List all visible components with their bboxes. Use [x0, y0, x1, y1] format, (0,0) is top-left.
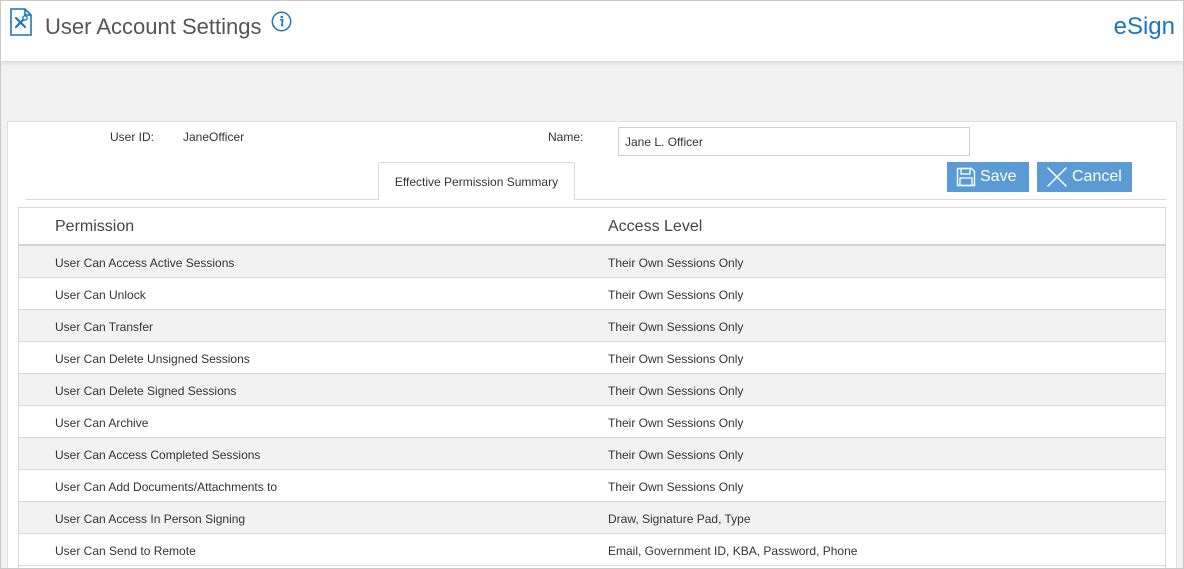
table-row: User Can Access In Person Signing Draw, …	[19, 502, 1165, 534]
page-header: User Account Settings eSign	[1, 1, 1183, 62]
access-level-cell: Their Own Sessions Only	[608, 288, 744, 302]
permission-cell: User Can Access Completed Sessions	[55, 448, 261, 462]
access-level-cell: Draw, Signature Pad, Type	[608, 512, 751, 526]
permission-cell: User Can Add Documents/Attachments to	[55, 480, 278, 494]
info-icon[interactable]	[271, 11, 292, 32]
permission-cell: User Can Delete Unsigned Sessions	[55, 352, 250, 366]
permission-cell: User Can Archive	[55, 416, 149, 430]
access-level-cell: Email, Government ID, KBA, Password, Pho…	[608, 544, 858, 558]
save-icon	[956, 167, 976, 187]
table-row: User Can Delete Signed Sessions Their Ow…	[19, 374, 1165, 406]
table-row: User Can Access Active Sessions Their Ow…	[19, 246, 1165, 278]
table-row: User Can Add Documents/Attachments to Th…	[19, 470, 1165, 502]
access-level-cell: Their Own Sessions Only	[608, 480, 744, 494]
permission-table: Permission Access Level User Can Access …	[18, 207, 1166, 568]
access-level-cell: Their Own Sessions Only	[608, 384, 744, 398]
page-title: User Account Settings	[45, 14, 262, 39]
name-field[interactable]	[618, 127, 970, 156]
table-row: User Can Transfer Their Own Sessions Onl…	[19, 310, 1165, 342]
permission-cell: User Can Access In Person Signing	[55, 512, 246, 526]
user-id-value: JaneOfficer	[183, 130, 245, 144]
access-level-cell: Their Own Sessions Only	[608, 416, 744, 430]
app-window: User Account Settings eSign User ID: Jan…	[0, 0, 1184, 569]
save-button[interactable]: Save	[947, 162, 1029, 192]
settings-panel: User ID: JaneOfficer Name: Effective Per…	[7, 121, 1177, 568]
access-level-cell: Their Own Sessions Only	[608, 320, 744, 334]
permission-cell: User Can Send to Remote	[55, 544, 196, 558]
permission-cell: User Can Access Active Sessions	[55, 256, 235, 270]
access-level-cell: Their Own Sessions Only	[608, 256, 744, 270]
permission-cell: User Can Transfer	[55, 320, 154, 334]
cancel-button-label: Cancel	[1072, 168, 1122, 185]
column-header-access-level: Access Level	[608, 218, 703, 235]
table-row: User Can Unlock Their Own Sessions Only	[19, 278, 1165, 310]
access-level-cell: Their Own Sessions Only	[608, 448, 744, 462]
name-label: Name:	[548, 130, 584, 144]
tab-effective-permission-summary[interactable]: Effective Permission Summary	[378, 162, 575, 200]
column-header-permission: Permission	[55, 218, 135, 235]
table-body: User Can Access Active Sessions Their Ow…	[19, 246, 1165, 566]
tab-divider	[26, 199, 1166, 200]
brand-logo: eSign	[1113, 13, 1175, 40]
permission-cell: User Can Delete Signed Sessions	[55, 384, 237, 398]
table-row: User Can Access Completed Sessions Their…	[19, 438, 1165, 470]
table-header: Permission Access Level	[19, 208, 1165, 246]
close-icon	[1047, 167, 1067, 187]
permission-cell: User Can Unlock	[55, 288, 146, 302]
user-id-label: User ID:	[110, 130, 155, 144]
table-row: User Can Archive Their Own Sessions Only	[19, 406, 1165, 438]
table-row: User Can Send to Remote Email, Governmen…	[19, 534, 1165, 566]
save-button-label: Save	[980, 168, 1017, 185]
cancel-button[interactable]: Cancel	[1037, 162, 1132, 192]
table-row: User Can Delete Unsigned Sessions Their …	[19, 342, 1165, 374]
document-tools-icon	[9, 8, 33, 36]
access-level-cell: Their Own Sessions Only	[608, 352, 744, 366]
